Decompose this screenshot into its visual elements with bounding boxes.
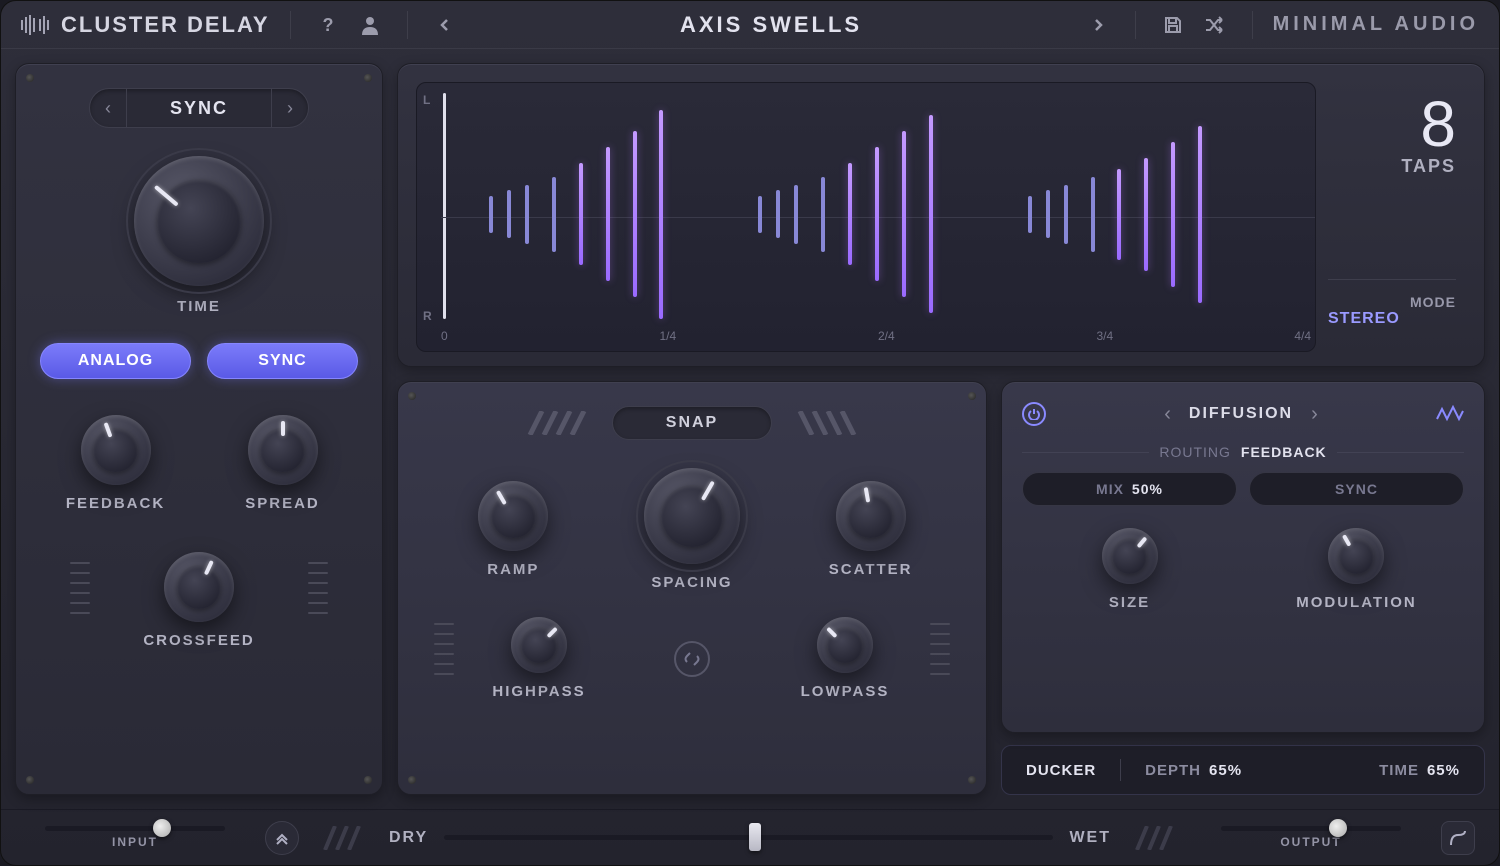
sync-toggle[interactable]: SYNC <box>207 343 358 379</box>
effect-prev-button[interactable]: ‹ <box>1164 403 1171 426</box>
input-label: INPUT <box>112 835 158 849</box>
stripes-left-icon <box>522 411 592 435</box>
highpass-label: HIGHPASS <box>492 683 585 700</box>
time-panel: ‹ SYNC › TIME ANALOG SYNC FEEDBACK <box>15 63 383 795</box>
size-label: SIZE <box>1109 594 1150 611</box>
feedback-knob[interactable] <box>81 415 151 485</box>
preset-prev-button[interactable] <box>428 8 462 42</box>
preset-name[interactable]: AXIS SWELLS <box>470 12 1073 38</box>
filter-link-button[interactable] <box>674 641 710 677</box>
diffusion-wave-icon[interactable] <box>1436 405 1464 423</box>
limiter-button[interactable] <box>1441 821 1475 855</box>
diffusion-power-button[interactable] <box>1022 402 1046 426</box>
user-button[interactable] <box>353 8 387 42</box>
output-slider[interactable] <box>1221 826 1401 831</box>
mode-value[interactable]: STEREO <box>1328 310 1456 328</box>
analog-toggle[interactable]: ANALOG <box>40 343 191 379</box>
mode-label: MODE <box>1328 294 1456 310</box>
diffusion-sync-toggle[interactable]: SYNC <box>1249 472 1464 506</box>
lowpass-knob[interactable] <box>817 617 873 673</box>
effect-title[interactable]: DIFFUSION <box>1189 405 1293 423</box>
modulation-knob[interactable] <box>1328 528 1384 584</box>
drywet-slider[interactable] <box>444 835 1053 840</box>
size-knob[interactable] <box>1102 528 1158 584</box>
divider-right-icon <box>1131 826 1181 850</box>
crossfeed-label: CROSSFEED <box>143 632 254 649</box>
routing-label: ROUTING <box>1159 444 1231 460</box>
logo-icon <box>21 15 49 35</box>
effect-next-button[interactable]: › <box>1311 403 1318 426</box>
spacing-knob[interactable] <box>644 468 740 564</box>
output-label: OUTPUT <box>1280 835 1341 849</box>
ducker-bar: DUCKER DEPTH 65% TIME 65% <box>1001 745 1485 795</box>
lowpass-label: LOWPASS <box>801 683 890 700</box>
spread-label: SPREAD <box>245 495 320 512</box>
wet-label: WET <box>1069 829 1111 847</box>
bottom-bar: INPUT DRY WET OUTPUT <box>1 809 1499 865</box>
time-mode-next[interactable]: › <box>272 98 308 119</box>
scatter-knob[interactable] <box>836 481 906 551</box>
svg-text:?: ? <box>322 15 333 35</box>
stripes-right-icon <box>792 411 862 435</box>
dry-label: DRY <box>389 829 428 847</box>
save-button[interactable] <box>1156 8 1190 42</box>
time-axis: 0 1/4 2/4 3/4 4/4 <box>441 329 1315 347</box>
crossfeed-knob[interactable] <box>164 552 234 622</box>
spacing-label: SPACING <box>651 574 732 591</box>
diffusion-panel: ‹ DIFFUSION › ROUTING FEEDBACK <box>1001 381 1485 733</box>
time-knob[interactable] <box>134 156 264 286</box>
spread-knob[interactable] <box>248 415 318 485</box>
ducker-depth-control[interactable]: DEPTH 65% <box>1145 762 1242 779</box>
ducker-toggle[interactable]: DUCKER <box>1026 762 1096 779</box>
expand-button[interactable] <box>265 821 299 855</box>
preset-next-button[interactable] <box>1081 8 1115 42</box>
shuffle-button[interactable] <box>1198 8 1232 42</box>
visualizer-panel: L R <box>397 63 1485 367</box>
taps-count[interactable]: 8 <box>1401 92 1456 156</box>
scatter-label: SCATTER <box>829 561 913 578</box>
routing-value[interactable]: FEEDBACK <box>1241 444 1327 460</box>
highpass-knob[interactable] <box>511 617 567 673</box>
modulation-label: MODULATION <box>1296 594 1417 611</box>
ramp-label: RAMP <box>487 561 539 578</box>
time-mode-selector: ‹ SYNC › <box>89 88 309 128</box>
ramp-knob[interactable] <box>478 481 548 551</box>
taps-label: TAPS <box>1401 156 1456 177</box>
divider-left-icon <box>319 826 369 850</box>
time-mode-value[interactable]: SYNC <box>126 89 272 127</box>
snap-toggle[interactable]: SNAP <box>612 406 772 440</box>
product-name: CLUSTER DELAY <box>61 12 270 38</box>
l-label: L <box>423 93 432 107</box>
brand-name: MINIMAL AUDIO <box>1273 13 1479 36</box>
diffusion-mix-control[interactable]: MIX 50% <box>1022 472 1237 506</box>
cluster-panel: SNAP RAMP SPACING SCATTER <box>397 381 987 795</box>
help-button[interactable]: ? <box>311 8 345 42</box>
feedback-label: FEEDBACK <box>66 495 165 512</box>
input-slider[interactable] <box>45 826 225 831</box>
time-mode-prev[interactable]: ‹ <box>90 98 126 119</box>
top-bar: CLUSTER DELAY ? AXIS SWELLS MINIMAL AUDI… <box>1 1 1499 49</box>
time-label: TIME <box>177 298 221 315</box>
tap-visualizer[interactable]: L R <box>416 82 1316 352</box>
r-label: R <box>423 309 432 323</box>
ducker-time-control[interactable]: TIME 65% <box>1379 762 1460 779</box>
